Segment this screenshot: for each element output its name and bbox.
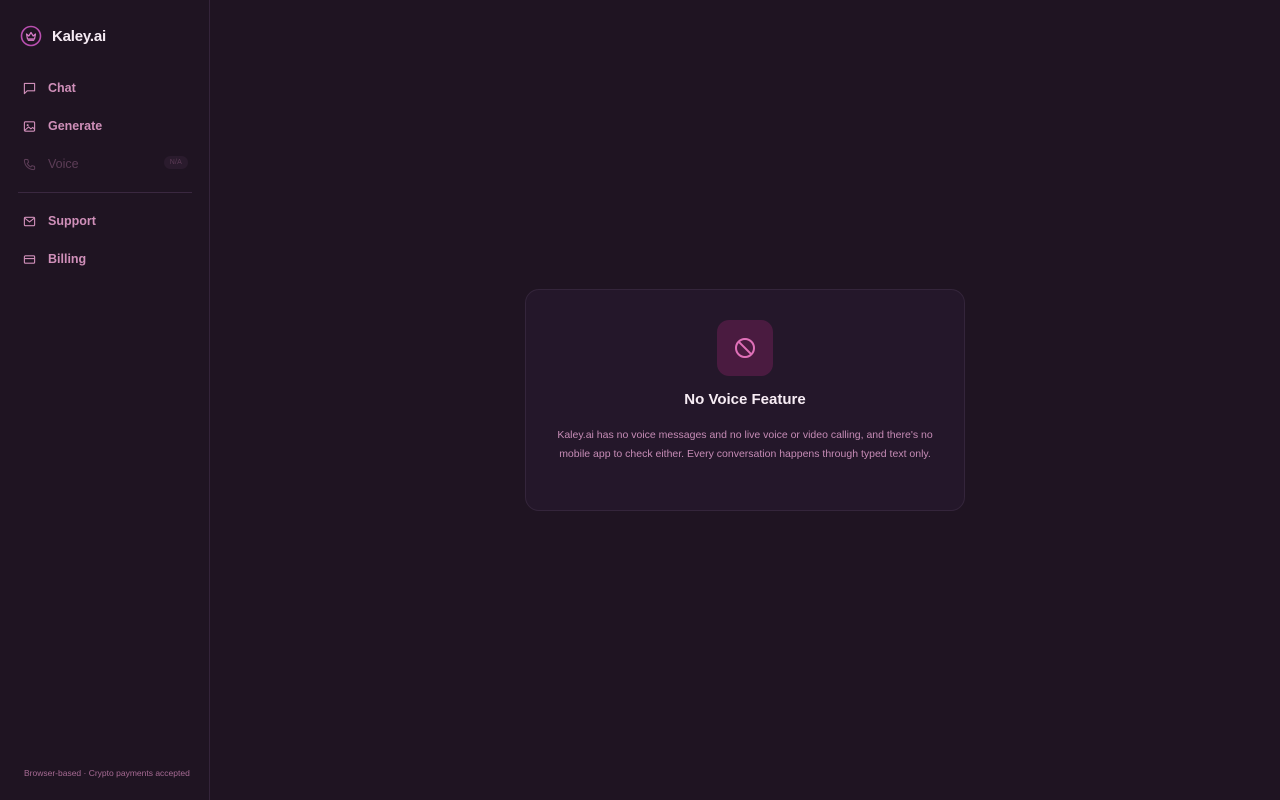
phone-icon <box>23 158 36 170</box>
sidebar-item-label: Generate <box>48 119 103 133</box>
crown-circle-icon <box>20 25 42 47</box>
sidebar-item-billing[interactable]: Billing <box>12 242 198 276</box>
card-text: Kaley.ai has no voice messages and no li… <box>557 429 933 460</box>
sidebar-item-generate[interactable]: Generate <box>12 109 198 143</box>
brand[interactable]: Kaley.ai <box>20 24 106 48</box>
status-badge: N/A <box>163 156 188 169</box>
image-icon <box>23 120 36 132</box>
notice-card: No Voice Feature Kaley.ai has no voice m… <box>525 289 965 511</box>
sidebar-item-voice[interactable]: Voice N/A <box>12 147 198 181</box>
sidebar-item-label: Chat <box>48 81 76 95</box>
sidebar-item-label: Billing <box>48 252 87 266</box>
mail-icon <box>23 216 36 226</box>
sidebar-item-label: Support <box>48 214 96 228</box>
message-square-icon <box>23 82 36 94</box>
sidebar-divider <box>18 192 192 193</box>
sidebar-item-chat[interactable]: Chat <box>12 71 198 105</box>
ban-icon <box>735 338 755 358</box>
brand-name: Kaley.ai <box>52 27 106 45</box>
sidebar: Kaley.ai Chat Generate Voice N/A Support <box>0 0 210 800</box>
card-title: No Voice Feature <box>684 391 806 408</box>
sidebar-item-label: Voice <box>48 157 79 171</box>
sidebar-footer: Browser-based · Crypto payments accepted <box>24 768 190 778</box>
sidebar-item-support[interactable]: Support <box>12 204 198 238</box>
credit-card-icon <box>23 254 36 264</box>
icon-tile <box>717 320 773 376</box>
